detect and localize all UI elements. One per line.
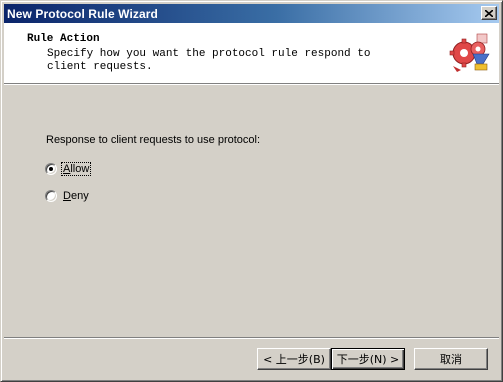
- close-icon: [485, 9, 493, 17]
- window-title: New Protocol Rule Wizard: [7, 6, 158, 21]
- deny-radio-option[interactable]: Deny: [45, 188, 90, 204]
- header-title: Rule Action: [27, 33, 100, 45]
- wizard-window: New Protocol Rule Wizard Rule Action Spe…: [0, 0, 503, 382]
- cancel-button[interactable]: 取消: [414, 348, 488, 370]
- protocol-response-prompt: Response to client requests to use proto…: [46, 134, 261, 146]
- footer-divider-highlight: [4, 338, 499, 339]
- deny-mnemonic: D: [63, 190, 71, 202]
- title-bar[interactable]: New Protocol Rule Wizard: [4, 4, 499, 23]
- allow-radio-label[interactable]: Allow: [60, 162, 92, 176]
- close-button[interactable]: [481, 6, 497, 20]
- allow-radio-button[interactable]: [45, 163, 57, 175]
- header-divider-highlight: [4, 84, 499, 85]
- radio-selected-dot: [49, 167, 53, 171]
- wizard-gears-icon: [449, 33, 490, 72]
- wizard-header: Rule Action Specify how you want the pro…: [4, 23, 499, 83]
- next-button[interactable]: 下一步(N) >: [331, 348, 405, 370]
- allow-radio-option[interactable]: Allow: [45, 161, 92, 177]
- allow-label-rest: llow: [70, 163, 90, 175]
- deny-radio-label[interactable]: Deny: [62, 190, 90, 202]
- header-description: Specify how you want the protocol rule r…: [47, 48, 371, 73]
- deny-radio-button[interactable]: [45, 190, 57, 202]
- deny-label-rest: eny: [70, 190, 89, 202]
- back-button[interactable]: < 上一步(B): [257, 348, 331, 370]
